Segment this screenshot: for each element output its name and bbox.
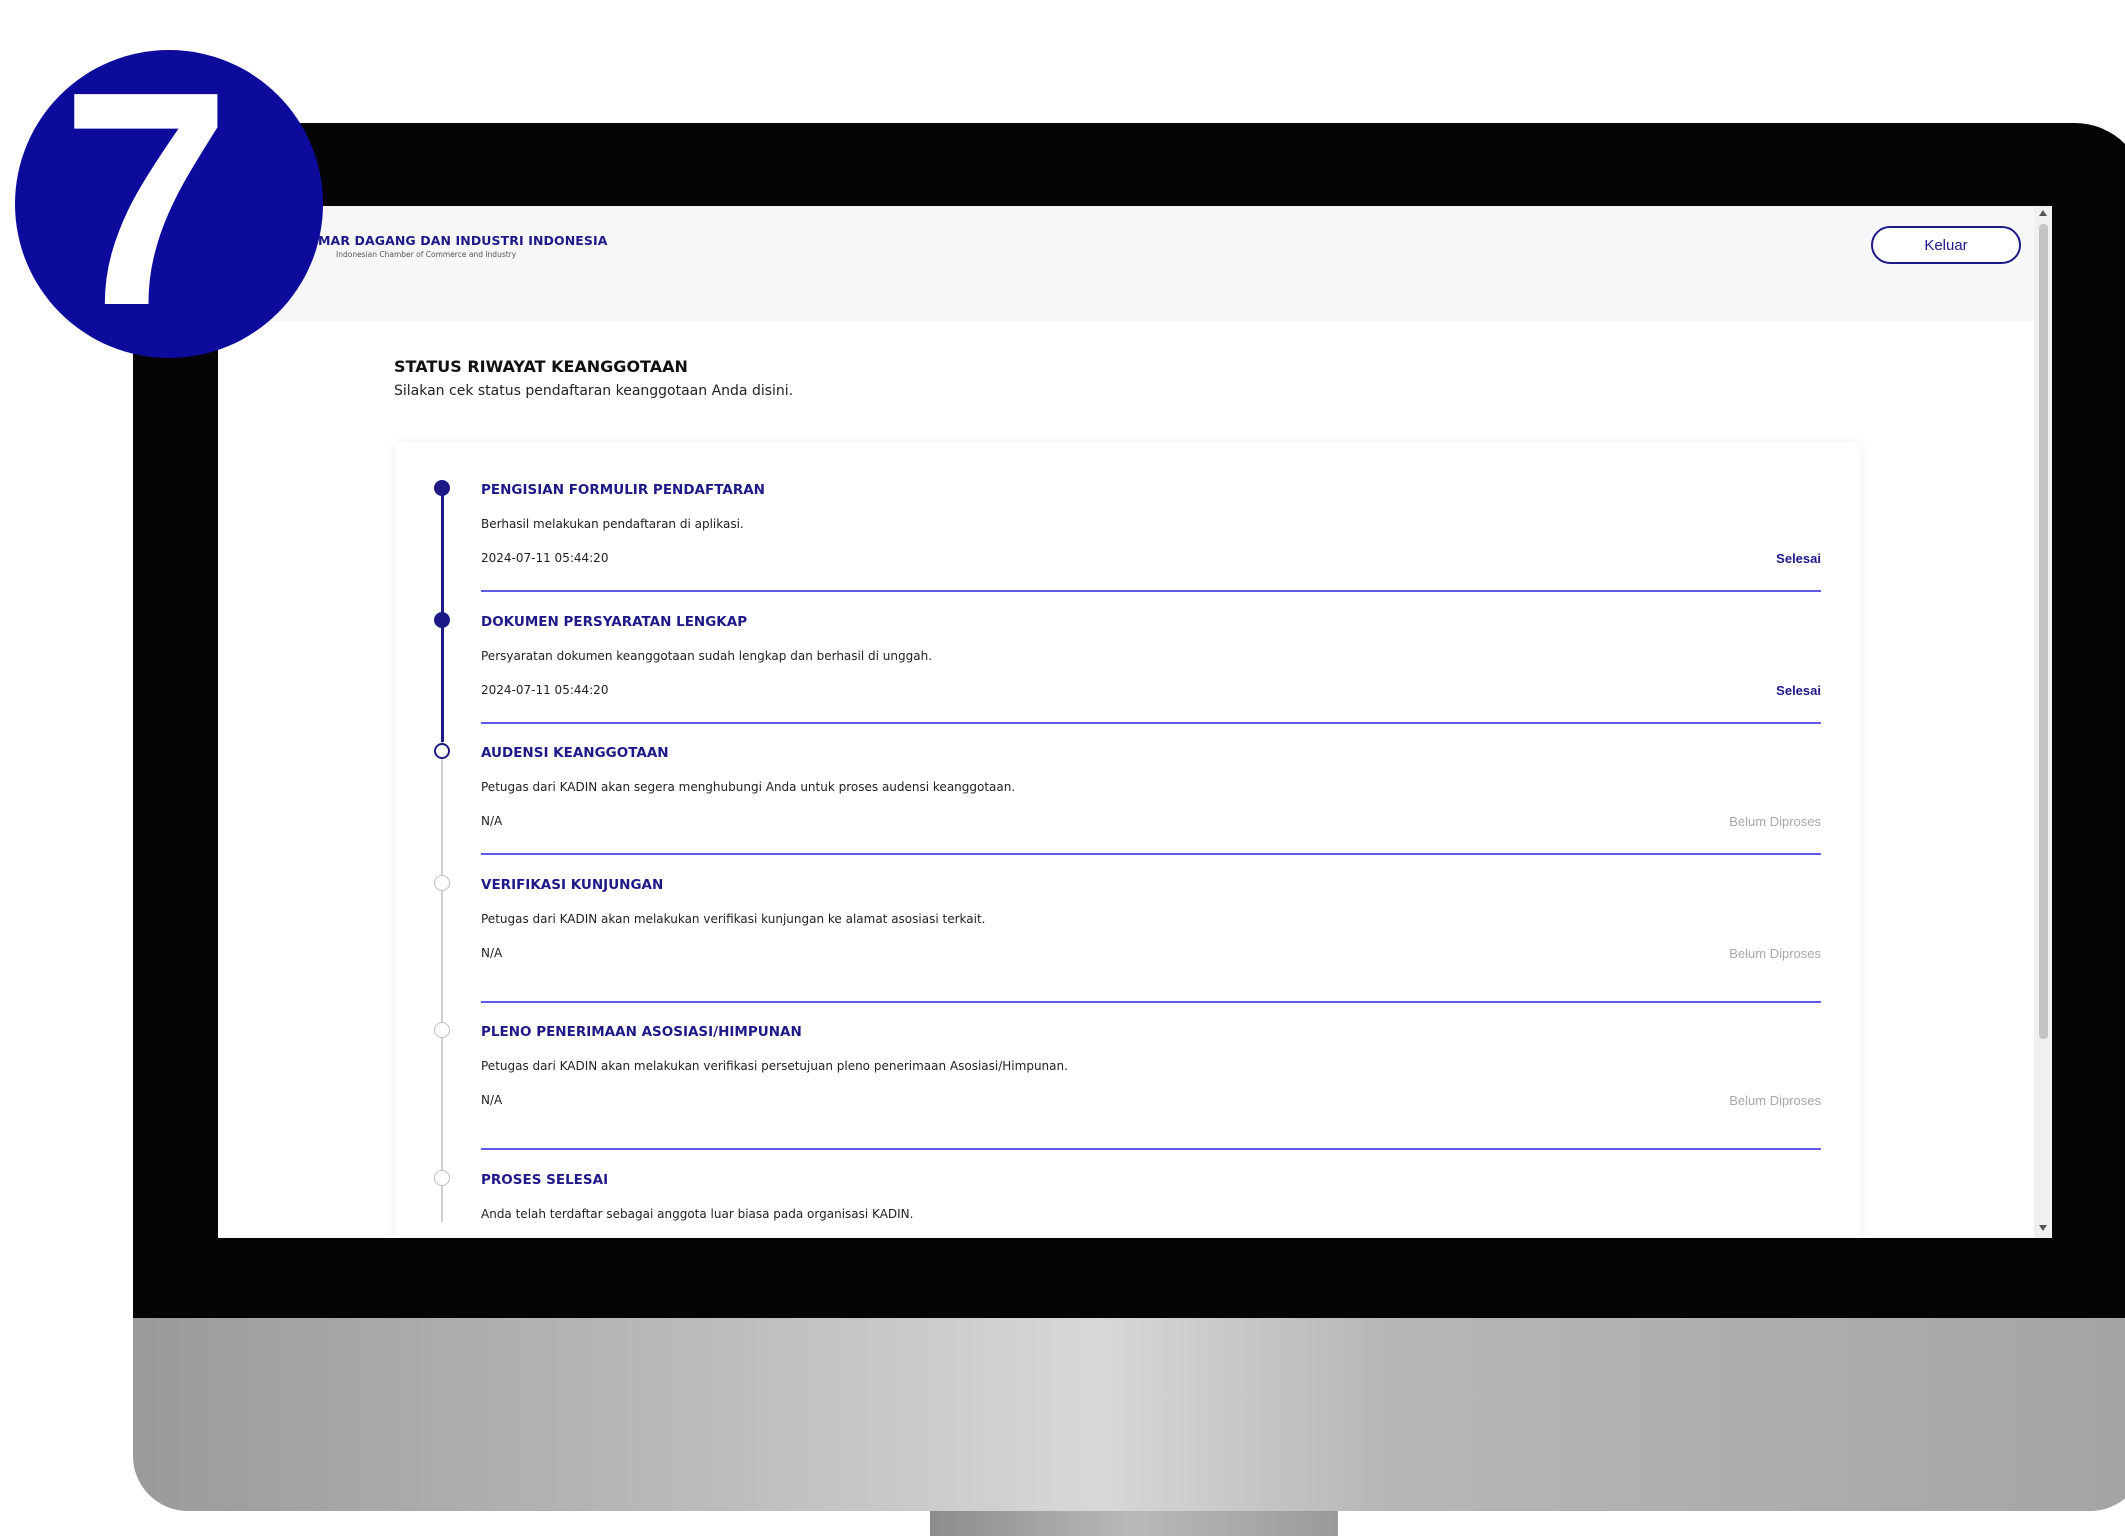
step-status: Belum Diproses: [1729, 814, 1821, 829]
step-status: Belum Diproses: [1729, 946, 1821, 961]
step-divider: [481, 590, 1821, 592]
step-date: N/A: [481, 814, 503, 828]
org-subtitle: Indonesian Chamber of Commerce and Indus…: [336, 250, 517, 259]
browser-screen: MAR DAGANG DAN INDUSTRI INDONESIA Indone…: [218, 206, 2052, 1238]
org-name: MAR DAGANG DAN INDUSTRI INDONESIA: [318, 233, 608, 248]
timeline-dot-pending-icon: [434, 875, 450, 891]
step-title: VERIFIKASI KUNJUNGAN: [481, 877, 664, 893]
step-status: Belum Diproses: [1729, 1093, 1821, 1108]
step-title: PROSES SELESAI: [481, 1172, 609, 1188]
timeline-step: AUDENSI KEANGGOTAAN Petugas dari KADIN a…: [481, 745, 1821, 829]
monitor-stand: [930, 1511, 1338, 1536]
timeline-dot-pending-icon: [434, 1170, 450, 1186]
timeline-dot-done-icon: [434, 480, 450, 496]
step-status: Selesai: [1776, 683, 1821, 698]
step-description: Persyaratan dokumen keanggotaan sudah le…: [481, 649, 933, 663]
page-subtitle: Silakan cek status pendaftaran keanggota…: [394, 383, 794, 399]
timeline-step: PROSES SELESAI Anda telah terdaftar seba…: [481, 1172, 1821, 1221]
timeline-step: PENGISIAN FORMULIR PENDAFTARAN Berhasil …: [481, 482, 1821, 566]
step-title: AUDENSI KEANGGOTAAN: [481, 745, 669, 761]
scroll-up-arrow-icon[interactable]: [2039, 210, 2047, 216]
step-title: PLENO PENERIMAAN ASOSIASI/HIMPUNAN: [481, 1024, 802, 1040]
step-divider: [481, 722, 1821, 724]
app-header: MAR DAGANG DAN INDUSTRI INDONESIA Indone…: [218, 206, 2034, 321]
scrollbar-thumb[interactable]: [2039, 224, 2048, 1039]
step-date: N/A: [481, 946, 503, 960]
monitor-chin: [133, 1318, 2125, 1511]
step-description: Berhasil melakukan pendaftaran di aplika…: [481, 517, 744, 531]
timeline-step: PLENO PENERIMAAN ASOSIASI/HIMPUNAN Petug…: [481, 1024, 1821, 1108]
timeline-dot-current-icon: [434, 743, 450, 759]
timeline-dot-done-icon: [434, 612, 450, 628]
step-divider: [481, 853, 1821, 855]
scrollbar[interactable]: [2034, 206, 2052, 1238]
logout-button[interactable]: Keluar: [1871, 226, 2021, 264]
step-number: 7: [61, 27, 231, 369]
step-title: PENGISIAN FORMULIR PENDAFTARAN: [481, 482, 765, 498]
step-description: Petugas dari KADIN akan melakukan verifi…: [481, 912, 986, 926]
step-divider: [481, 1148, 1821, 1150]
timeline-line-pending: [441, 742, 443, 1222]
timeline-step: DOKUMEN PERSYARATAN LENGKAP Persyaratan …: [481, 614, 1821, 698]
timeline-dot-pending-icon: [434, 1022, 450, 1038]
timeline-step: VERIFIKASI KUNJUNGAN Petugas dari KADIN …: [481, 877, 1821, 961]
step-description: Petugas dari KADIN akan melakukan verifi…: [481, 1059, 1068, 1073]
timeline-card: [395, 442, 1860, 1238]
step-date: 2024-07-11 05:44:20: [481, 551, 609, 565]
step-date: N/A: [481, 1093, 503, 1107]
step-number-badge: 7: [15, 46, 323, 358]
step-date: 2024-07-11 05:44:20: [481, 683, 609, 697]
step-title: DOKUMEN PERSYARATAN LENGKAP: [481, 614, 748, 630]
step-description: Petugas dari KADIN akan segera menghubun…: [481, 780, 1016, 794]
step-divider: [481, 1001, 1821, 1003]
page-title: STATUS RIWAYAT KEANGGOTAAN: [394, 357, 688, 376]
step-description: Anda telah terdaftar sebagai anggota lua…: [481, 1207, 914, 1221]
step-status: Selesai: [1776, 551, 1821, 566]
scroll-down-arrow-icon[interactable]: [2039, 1225, 2047, 1231]
